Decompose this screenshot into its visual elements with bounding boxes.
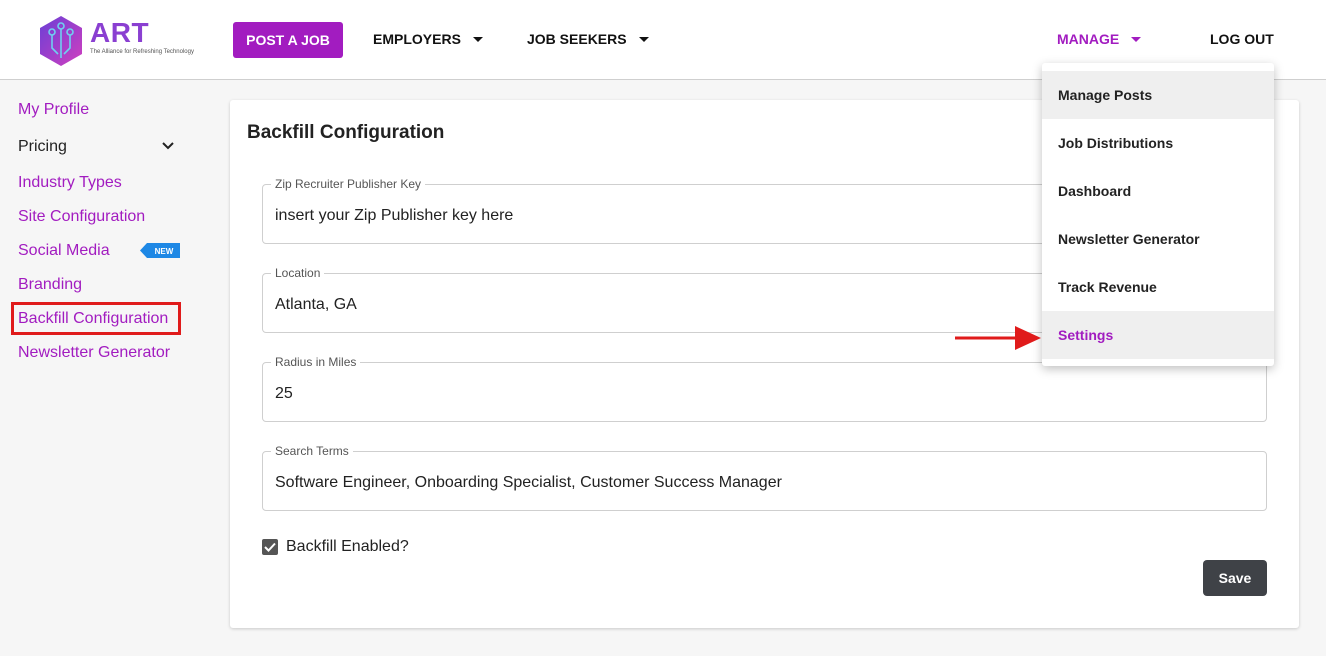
sidebar-item-newsletter-generator[interactable]: Newsletter Generator: [18, 344, 170, 362]
field-label: Zip Recruiter Publisher Key: [271, 177, 426, 191]
sidebar-item-pricing[interactable]: Pricing: [18, 138, 67, 156]
nav-job-seekers-label: JOB SEEKERS: [527, 31, 627, 47]
backfill-enabled-label: Backfill Enabled?: [286, 538, 409, 555]
logo-name: ART: [90, 17, 150, 48]
menu-item-newsletter-generator[interactable]: Newsletter Generator: [1042, 215, 1274, 263]
sidebar-item-branding[interactable]: Branding: [18, 276, 82, 294]
sidebar-item-industry-types[interactable]: Industry Types: [18, 174, 122, 192]
search-terms-field[interactable]: Search Terms: [262, 444, 1267, 511]
sidebar-item-my-profile[interactable]: My Profile: [18, 101, 89, 119]
radius-field[interactable]: Radius in Miles: [262, 355, 1267, 422]
menu-item-job-distributions[interactable]: Job Distributions: [1042, 119, 1274, 167]
caret-down-icon: [472, 36, 483, 42]
field-label: Search Terms: [271, 444, 353, 458]
post-a-job-button[interactable]: POST A JOB: [233, 22, 343, 58]
checkmark-icon: [264, 542, 276, 552]
new-badge: NEW: [140, 243, 180, 258]
site-logo[interactable]: ART The Alliance for Refreshing Technolo…: [38, 14, 198, 68]
field-label: Radius in Miles: [271, 355, 361, 369]
hexagon-logo-icon: [40, 16, 82, 66]
new-badge-label: NEW: [155, 247, 174, 256]
caret-down-icon: [638, 36, 649, 42]
menu-item-manage-posts[interactable]: Manage Posts: [1042, 71, 1274, 119]
menu-item-settings[interactable]: Settings: [1042, 311, 1274, 359]
menu-item-track-revenue[interactable]: Track Revenue: [1042, 263, 1274, 311]
caret-down-icon: [1131, 36, 1142, 42]
nav-manage-label: MANAGE: [1057, 31, 1120, 47]
backfill-enabled-checkbox[interactable]: [262, 539, 278, 555]
logo-tagline: The Alliance for Refreshing Technology: [90, 49, 194, 55]
radius-input[interactable]: [275, 385, 1255, 403]
sidebar-item-backfill-configuration[interactable]: Backfill Configuration: [18, 310, 168, 328]
logout-link[interactable]: LOG OUT: [1210, 31, 1274, 47]
backfill-enabled-checkbox-row[interactable]: Backfill Enabled?: [262, 538, 409, 556]
nav-employers[interactable]: EMPLOYERS: [373, 31, 483, 47]
nav-employers-label: EMPLOYERS: [373, 31, 461, 47]
sidebar-item-social-media[interactable]: Social Media: [18, 242, 110, 260]
nav-job-seekers[interactable]: JOB SEEKERS: [527, 31, 649, 47]
chevron-down-icon[interactable]: [162, 142, 174, 150]
annotation-arrow-icon: [955, 326, 1041, 350]
field-label: Location: [271, 266, 325, 280]
menu-item-dashboard[interactable]: Dashboard: [1042, 167, 1274, 215]
save-button[interactable]: Save: [1203, 560, 1267, 596]
sidebar-item-site-configuration[interactable]: Site Configuration: [18, 208, 145, 226]
nav-manage[interactable]: MANAGE: [1057, 31, 1142, 47]
manage-dropdown-menu: Manage Posts Job Distributions Dashboard…: [1042, 63, 1274, 366]
search-terms-input[interactable]: [275, 474, 1255, 492]
page-title: Backfill Configuration: [247, 122, 445, 143]
